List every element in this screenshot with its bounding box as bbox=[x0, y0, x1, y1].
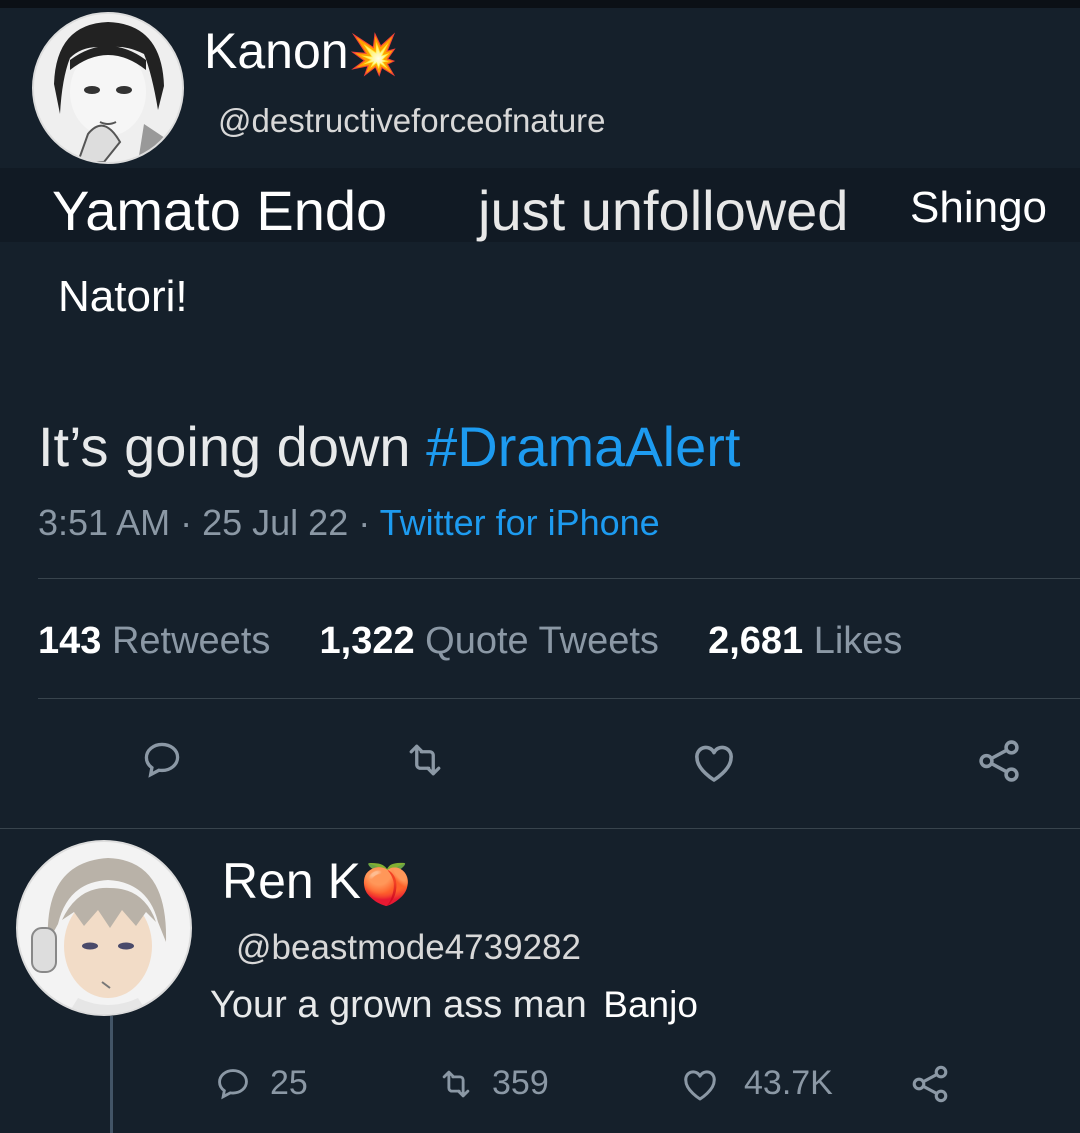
reply-share-button[interactable] bbox=[908, 1062, 952, 1115]
quotes-label: Quote Tweets bbox=[425, 620, 659, 662]
reply-retweet-button[interactable]: 359 bbox=[436, 1064, 549, 1112]
divider bbox=[38, 698, 1080, 699]
share-icon bbox=[912, 1065, 948, 1103]
reply-author-handle[interactable]: @beastmode4739282 bbox=[236, 928, 581, 968]
retweets-stat[interactable]: 143 Retweets bbox=[38, 620, 270, 662]
tweet-text-unfollowed: just unfollowed bbox=[478, 179, 849, 242]
reply-likes-count: 43.7K bbox=[744, 1064, 833, 1102]
reply-text: Your a grown ass man Banjo bbox=[210, 984, 698, 1027]
retweet-icon bbox=[442, 1070, 470, 1097]
like-icon[interactable] bbox=[690, 740, 738, 784]
reply-icon bbox=[218, 1068, 248, 1099]
hashtag-link[interactable]: #DramaAlert bbox=[426, 415, 740, 478]
retweets-label: Retweets bbox=[111, 620, 271, 662]
reply-replies-count: 25 bbox=[270, 1064, 308, 1102]
divider bbox=[38, 578, 1080, 579]
like-icon bbox=[684, 1069, 716, 1100]
meta-separator: · bbox=[358, 502, 380, 543]
reply-text-main: Your a grown ass man bbox=[210, 984, 587, 1026]
meta-separator: · bbox=[180, 502, 203, 543]
top-edge bbox=[0, 0, 1080, 8]
tweet-author-name-text: Kanon bbox=[204, 23, 349, 79]
share-icon[interactable] bbox=[974, 736, 1024, 786]
retweet-icon[interactable] bbox=[402, 738, 448, 782]
reply-action-bar: 25 bbox=[214, 1064, 308, 1112]
likes-stat[interactable]: 2,681 Likes bbox=[708, 620, 902, 662]
tweet-text-line3: It’s going down #DramaAlert bbox=[38, 414, 740, 479]
reply-text-banjo: Banjo bbox=[603, 984, 698, 1025]
kanon-avatar[interactable] bbox=[32, 12, 184, 164]
reply-retweets-count: 359 bbox=[492, 1064, 549, 1102]
tweet-author-handle[interactable]: @destructiveforceofnature bbox=[218, 102, 606, 140]
tweet-date[interactable]: 25 Jul 22 bbox=[202, 502, 348, 543]
tweet-source-link[interactable]: Twitter for iPhone bbox=[380, 502, 660, 543]
ren-avatar[interactable] bbox=[16, 840, 192, 1016]
tweet-text-name2-last: Natori! bbox=[58, 272, 188, 321]
tweet-time[interactable]: 3:51 AM bbox=[38, 502, 170, 543]
tweet-stats: 143 Retweets 1,322 Quote Tweets 2,681 Li… bbox=[38, 620, 902, 663]
divider bbox=[0, 828, 1080, 829]
tweet-meta: 3:51 AM · 25 Jul 22 · Twitter for iPhone bbox=[38, 502, 660, 544]
likes-label: Likes bbox=[813, 620, 903, 662]
kanon-avatar-art bbox=[34, 14, 182, 162]
thread-line bbox=[110, 1016, 113, 1133]
reply-like-button[interactable]: 43.7K bbox=[680, 1064, 833, 1112]
retweets-count: 143 bbox=[38, 620, 102, 662]
tweet-text-name2-first: Shingo bbox=[910, 183, 1048, 232]
tweet-text-going-down: It’s going down bbox=[38, 415, 411, 478]
ren-avatar-art bbox=[18, 842, 190, 1014]
tweet-author-name[interactable]: Kanon💥 bbox=[204, 22, 398, 80]
quotes-count: 1,322 bbox=[319, 620, 415, 662]
likes-count: 2,681 bbox=[708, 620, 804, 662]
reply-author-name-text: Ren K bbox=[222, 853, 361, 909]
tweet-text-name1: Yamato Endo bbox=[52, 179, 388, 242]
reply-author-name[interactable]: Ren K🍑 bbox=[222, 852, 411, 910]
explosion-emoji: 💥 bbox=[348, 33, 399, 77]
peach-emoji: 🍑 bbox=[360, 863, 411, 907]
reply-reply-button[interactable]: 25 bbox=[214, 1064, 308, 1103]
quotes-stat[interactable]: 1,322 Quote Tweets bbox=[320, 620, 659, 662]
reply-icon[interactable] bbox=[140, 738, 184, 782]
